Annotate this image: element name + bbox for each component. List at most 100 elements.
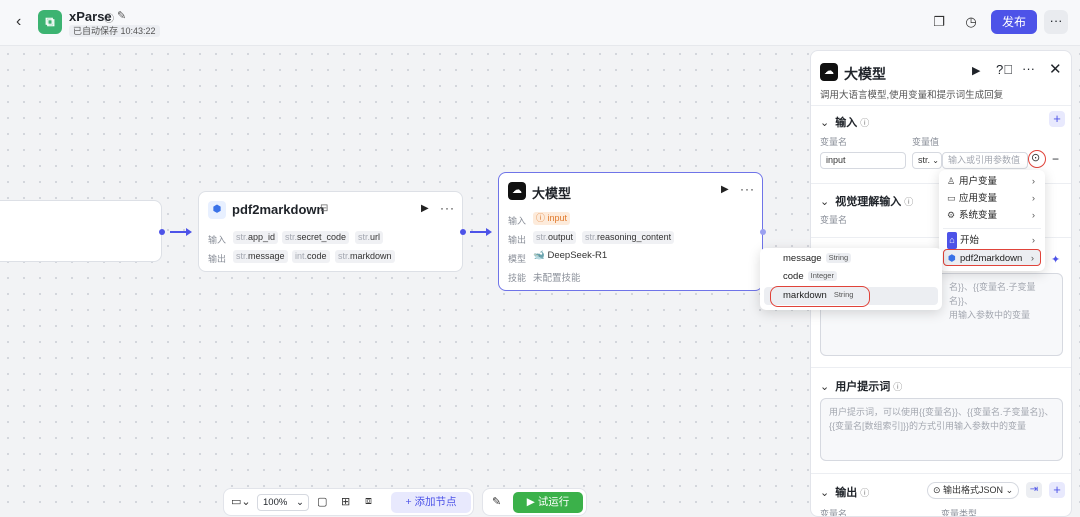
output-tag-reasoning: str.reasoning_content bbox=[582, 231, 675, 244]
copy-icon[interactable]: ❐ bbox=[930, 13, 948, 31]
output-section-header[interactable]: ⌄ 输出 ⓘ bbox=[820, 484, 869, 500]
divider bbox=[943, 228, 1041, 229]
panel-title: 大模型 bbox=[844, 66, 886, 82]
user-prompt-header[interactable]: ⌄ 用户提示词 ⓘ bbox=[820, 378, 902, 394]
input-tag-secret-code: str.secret_code bbox=[282, 231, 350, 244]
minimap-icon[interactable]: ▭⌄ bbox=[231, 495, 251, 508]
panel-run-icon[interactable]: ▶ bbox=[972, 64, 980, 77]
remove-row-icon[interactable]: − bbox=[1052, 152, 1059, 166]
submenu-item-message[interactable]: message String bbox=[764, 250, 938, 267]
info-icon: ⓘ bbox=[860, 488, 870, 498]
fit-view-icon[interactable]: ⧈ bbox=[365, 495, 372, 508]
ref-menu-item-app-vars[interactable]: ▭ 应用变量 › bbox=[943, 190, 1041, 207]
info-icon: ⓘ bbox=[904, 197, 914, 207]
user-prompt-textarea[interactable]: 用户提示词，可以使用{{变量名}}、{{变量名.子变量名}}、{{变量名[数组索… bbox=[820, 398, 1063, 461]
llm-node-output-port[interactable] bbox=[760, 229, 766, 235]
start-icon: ⌂ bbox=[947, 232, 957, 249]
pdf2markdown-node[interactable]: ⬢ pdf2markdown ⊟ ▶ ··· 输入 str.app_id str… bbox=[198, 191, 463, 272]
help-icon[interactable]: ?⃝ bbox=[996, 62, 1013, 77]
llm-node[interactable]: ☁ 大模型 ▶ ··· 输入 ⓘ input 输出 str.output str… bbox=[498, 172, 763, 291]
model-row-label: 模型 bbox=[508, 254, 527, 264]
model-value: 🐋 DeepSeek-R1 bbox=[533, 250, 608, 261]
output-tag-message: str.message bbox=[233, 250, 288, 263]
comment-icon[interactable]: ▢ bbox=[317, 495, 327, 508]
import-icon[interactable]: ⇥ bbox=[1026, 482, 1042, 498]
start-node-partial[interactable] bbox=[0, 200, 162, 262]
col-var-type: 变量类型 bbox=[941, 509, 978, 517]
auto-layout-icon[interactable]: ⊞ bbox=[341, 495, 350, 508]
llm-icon: ☁ bbox=[508, 182, 526, 200]
ref-menu-item-user-vars[interactable]: ♙ 用户变量 › bbox=[943, 173, 1041, 190]
node-run-icon[interactable]: ▶ bbox=[421, 203, 429, 214]
edit-icon[interactable]: ✎ bbox=[117, 9, 126, 22]
node-title: 大模型 bbox=[532, 186, 572, 201]
divider bbox=[811, 105, 1071, 106]
output-tag-markdown: str.markdown bbox=[335, 250, 395, 263]
person-icon: ♙ bbox=[947, 176, 956, 186]
more-options-button[interactable]: ··· bbox=[1044, 10, 1068, 34]
ref-variable-button[interactable]: ⊙ bbox=[1028, 150, 1046, 168]
back-arrow-icon[interactable]: ‹ bbox=[16, 13, 32, 31]
node-more-icon[interactable]: ··· bbox=[740, 182, 755, 196]
ref-menu-item-system-vars[interactable]: ⚙ 系统变量 › bbox=[943, 207, 1041, 224]
archive-icon: ⊟ bbox=[320, 203, 329, 214]
output-tag-code: int.code bbox=[292, 250, 330, 263]
col-var-name: 变量名 bbox=[820, 137, 848, 147]
input-tag-app-id: str.app_id bbox=[233, 231, 279, 244]
start-node-output-port[interactable] bbox=[159, 229, 165, 235]
var-value-input[interactable]: 输入或引用参数值 bbox=[942, 152, 1028, 169]
publish-button[interactable]: 发布 bbox=[991, 10, 1037, 34]
folder-icon: ▭ bbox=[947, 193, 956, 203]
save-status: 已自动保存 10:43:22 bbox=[69, 25, 160, 37]
panel-more-icon[interactable]: ··· bbox=[1022, 61, 1035, 76]
run-toolbar: ✎ ▶ 试运行 bbox=[482, 488, 587, 516]
ref-variable-menu: ♙ 用户变量 › ▭ 应用变量 › ⚙ 系统变量 › ⌂ 开始 › ⬢ pdf2markdown › bbox=[939, 170, 1045, 271]
type-select[interactable]: str. ⌄ bbox=[912, 152, 942, 169]
info-icon[interactable]: ⓘ bbox=[104, 10, 114, 25]
history-icon[interactable]: ◷ bbox=[962, 13, 980, 31]
llm-icon: ☁ bbox=[820, 63, 838, 81]
pdf-node-output-port[interactable] bbox=[460, 229, 466, 235]
output-format-select[interactable]: ⊙ 输出格式JSON ⌄ bbox=[927, 482, 1019, 499]
edge-arrow-icon bbox=[186, 228, 192, 236]
var-name-input[interactable]: input bbox=[820, 152, 906, 169]
output-tag-output: str.output bbox=[533, 231, 577, 244]
vision-section-header[interactable]: ⌄ 视觉理解输入 ⓘ bbox=[820, 193, 913, 209]
col-var-name: 变量名 bbox=[820, 509, 848, 517]
test-run-button[interactable]: ▶ 试运行 bbox=[513, 492, 583, 513]
submenu-item-code[interactable]: code Integer bbox=[764, 268, 938, 285]
edge-start-to-pdf bbox=[170, 231, 187, 233]
node-run-icon[interactable]: ▶ bbox=[721, 184, 729, 195]
edge-arrow-icon bbox=[486, 228, 492, 236]
skill-value: 未配置技能 bbox=[533, 273, 581, 284]
tools-icon[interactable]: ✎ bbox=[492, 495, 501, 508]
plugin-cube-icon: ⬢ bbox=[208, 201, 226, 219]
add-input-button[interactable]: + bbox=[1049, 111, 1065, 127]
markdown-highlight-ring bbox=[770, 286, 870, 307]
input-section-header[interactable]: ⌄ 输入 ⓘ bbox=[820, 114, 869, 130]
system-prompt-fragment: 用输入参数中的变量 bbox=[949, 310, 1031, 320]
output-row-label: 输出 bbox=[508, 235, 527, 245]
ref-menu-item-pdf2markdown[interactable]: ⬢ pdf2markdown › bbox=[943, 249, 1041, 266]
output-row-label: 输出 bbox=[208, 254, 227, 264]
ref-menu-item-start[interactable]: ⌂ 开始 › bbox=[943, 232, 1041, 249]
plus-icon: + bbox=[405, 496, 415, 508]
plugin-icon: ⬢ bbox=[948, 253, 956, 263]
add-output-button[interactable]: + bbox=[1049, 482, 1065, 498]
ref-icon: ⊙ bbox=[1031, 152, 1041, 164]
input-tag-url: str.url bbox=[355, 231, 384, 244]
node-more-icon[interactable]: ··· bbox=[440, 201, 455, 215]
divider bbox=[811, 473, 1071, 474]
top-header: ‹ ⧉ xParse ⓘ ✎ 已自动保存 10:43:22 ❐ ◷ 发布 ··· bbox=[0, 0, 1080, 46]
col-var-value: 变量值 bbox=[912, 137, 940, 147]
ai-sparkle-icon[interactable]: ✦ bbox=[1051, 253, 1060, 266]
gear-icon: ⚙ bbox=[947, 210, 956, 220]
divider bbox=[811, 367, 1071, 368]
col-var-name: 变量名 bbox=[820, 215, 848, 225]
canvas-toolbar: ▭⌄ 100% ⌄ ▢ ⊞ ⧈ + 添加节点 bbox=[223, 488, 474, 516]
add-node-button[interactable]: + 添加节点 bbox=[391, 492, 471, 513]
close-icon[interactable]: ✕ bbox=[1049, 60, 1062, 78]
zoom-select[interactable]: 100% ⌄ bbox=[257, 494, 309, 511]
panel-description: 调用大语言模型,使用变量和提示词生成回复 bbox=[820, 90, 1004, 101]
deepseek-whale-icon: 🐋 bbox=[533, 250, 545, 261]
